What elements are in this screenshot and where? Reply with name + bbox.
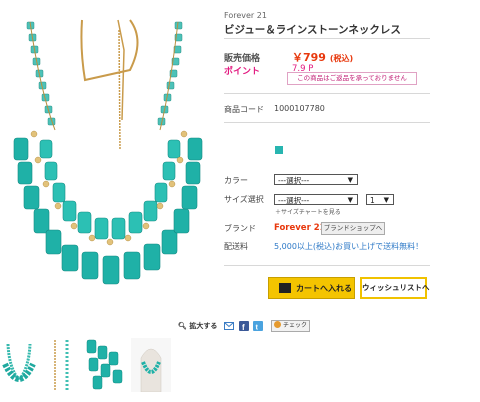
color-label: カラー: [224, 176, 248, 185]
thumbnail-3[interactable]: [85, 338, 127, 392]
check-button[interactable]: チェック: [271, 320, 310, 332]
quantity-select[interactable]: 1 ▼: [366, 194, 394, 205]
brand-shop-button[interactable]: ブランドショップへ: [321, 222, 385, 235]
quantity-value: 1: [370, 196, 375, 205]
price-label: 販売価格: [224, 54, 261, 64]
brand-label: ブランド: [224, 224, 256, 233]
facebook-icon[interactable]: f: [239, 321, 249, 331]
add-to-cart-label: カートへ入れる: [296, 284, 352, 293]
product-code: 1000107780: [274, 104, 325, 113]
product-brand: Forever 21: [224, 11, 267, 20]
shipping-label: 配送料: [224, 242, 248, 251]
wishlist-button[interactable]: ウィッシュリストへ: [360, 277, 430, 299]
size-chart-link[interactable]: ＋サイズチャートを見る: [275, 207, 341, 216]
mail-icon[interactable]: [224, 321, 234, 331]
price-divider: [224, 93, 430, 94]
add-to-cart-button[interactable]: カートへ入れる: [268, 277, 355, 299]
shipping-info: 5,000以上(税込)お買い上げで送料無料！: [274, 242, 424, 251]
shipping-divider: [224, 265, 430, 266]
thumbnail-2[interactable]: [43, 338, 77, 392]
point-label: ポイント: [224, 67, 261, 77]
size-select-value: ---選択---: [278, 196, 310, 205]
product-price: ￥799 (税込): [292, 49, 353, 65]
zoom-label: 拡大する: [189, 322, 218, 330]
no-return-notice: この商品はご返品を承っておりません: [287, 72, 417, 85]
twitter-icon[interactable]: t: [253, 321, 263, 331]
check-icon: [274, 321, 281, 328]
size-select[interactable]: ---選択--- ▼: [274, 194, 358, 205]
chevron-down-icon: ▼: [383, 196, 389, 204]
title-divider: [224, 38, 430, 39]
chevron-down-icon: ▼: [347, 196, 353, 204]
svg-text:f: f: [242, 323, 245, 331]
product-title: ビジュー＆ラインストーンネックレス: [224, 24, 401, 36]
color-select[interactable]: ---選択--- ▼: [274, 174, 358, 185]
zoom-link[interactable]: 🔍︎ 拡大する: [178, 321, 217, 331]
product-main-image[interactable]: [0, 0, 215, 318]
code-divider: [224, 122, 430, 123]
magnifier-icon: 🔍︎: [178, 322, 187, 330]
code-label: 商品コード: [224, 105, 264, 114]
thumbnail-4[interactable]: [131, 338, 171, 392]
thumbnail-1[interactable]: [0, 338, 38, 392]
chevron-down-icon: ▼: [347, 176, 353, 184]
size-label: サイズ選択: [224, 195, 264, 204]
color-swatch[interactable]: [275, 146, 283, 154]
price-value: ￥799: [292, 51, 326, 64]
cart-icon: [279, 283, 291, 293]
color-select-value: ---選択---: [278, 176, 310, 185]
price-tax: (税込): [329, 54, 354, 63]
brand-name-link[interactable]: Forever 21: [274, 223, 326, 233]
check-label: チェック: [283, 322, 308, 329]
